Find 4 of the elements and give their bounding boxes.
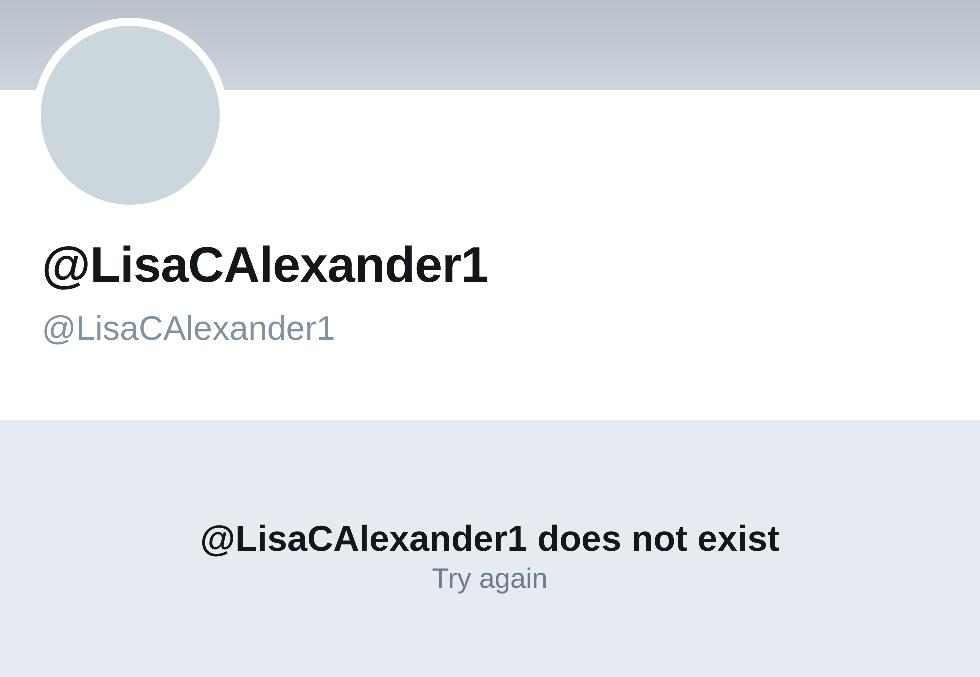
username: @LisaCAlexander1 [42,312,336,346]
display-name: @LisaCAlexander1 [42,240,490,290]
error-message: @LisaCAlexander1 does not exist [200,517,780,561]
try-again-link[interactable]: Try again [432,561,548,596]
